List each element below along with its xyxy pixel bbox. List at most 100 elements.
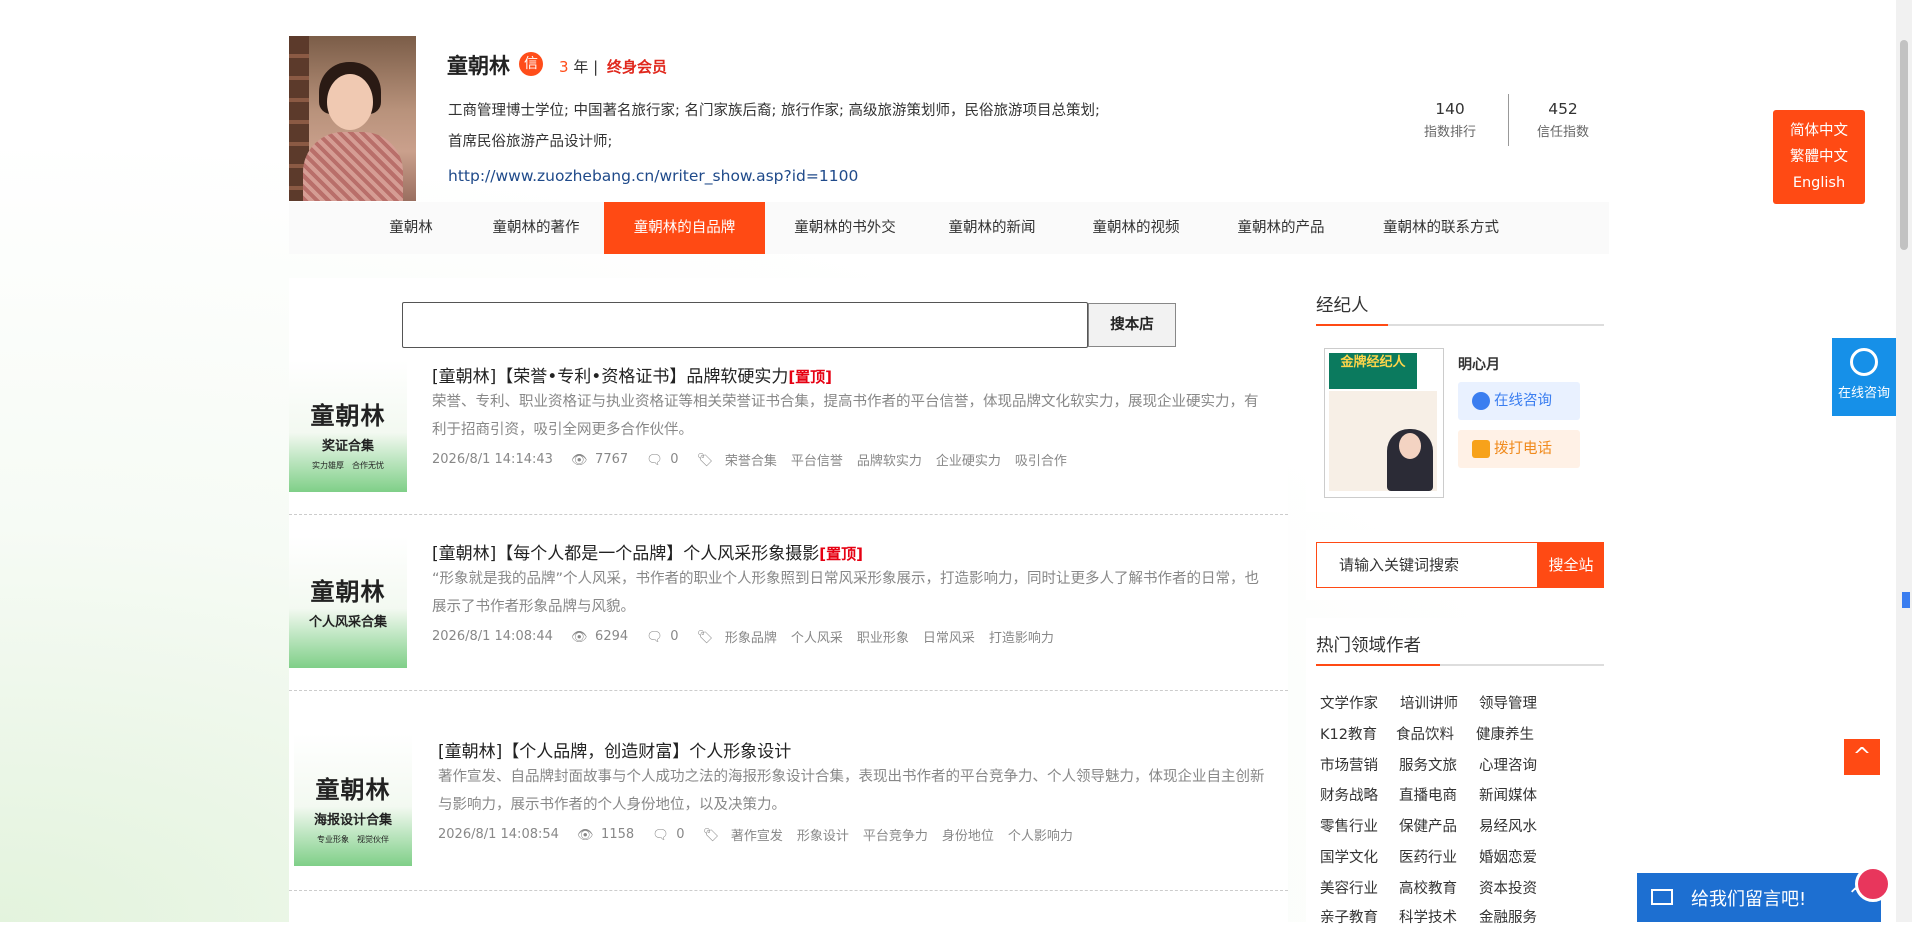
hot-tag[interactable]: 心理咨询 xyxy=(1479,754,1537,775)
hot-tag[interactable]: 资本投资 xyxy=(1479,877,1537,898)
comment-icon: 🗨 xyxy=(652,827,669,843)
leave-message-bar[interactable]: 给我们留言吧! ⌃ xyxy=(1637,873,1881,922)
article-tag[interactable]: 荣誉合集 xyxy=(725,450,777,469)
article-tag[interactable]: 平台信誉 xyxy=(791,450,843,469)
tag-icon: 🏷 xyxy=(696,629,714,645)
hot-tag[interactable]: 保健产品 xyxy=(1399,815,1457,836)
lang-english[interactable]: English xyxy=(1773,170,1865,196)
view-count: 1158 xyxy=(601,827,635,842)
article-list: 搜本店 童朝林 奖证合集 实力雄厚 合作无忧 [童朝林]【荣誉•专利•资格证书】… xyxy=(289,278,1288,922)
article-tag[interactable]: 身份地位 xyxy=(942,825,994,844)
divider xyxy=(289,690,1288,691)
article-date: 2026/8/1 14:08:54 xyxy=(438,827,559,842)
back-to-top-button[interactable]: ^ xyxy=(1844,739,1880,775)
headset-icon xyxy=(1850,348,1878,376)
hot-tag[interactable]: 服务文旅 xyxy=(1399,754,1457,775)
hot-tag[interactable]: 美容行业 xyxy=(1320,877,1378,898)
chat-avatar-icon[interactable] xyxy=(1855,866,1891,902)
credit-badge: 信 xyxy=(519,52,543,76)
comment-count: 0 xyxy=(670,452,679,467)
site-search-input[interactable]: 请输入关键词搜索 xyxy=(1316,542,1538,588)
online-service-button[interactable]: 在线咨询 xyxy=(1832,338,1896,416)
page: 童朝林 信 3 年 | 终身会员 工商管理博士学位; 中国著名旅行家; 名门家族… xyxy=(289,0,1609,926)
lang-traditional[interactable]: 繁體中文 xyxy=(1773,144,1865,170)
shop-search-button[interactable]: 搜本店 xyxy=(1088,303,1176,347)
tag-icon: 🏷 xyxy=(696,452,714,468)
scrollbar[interactable] xyxy=(1896,0,1912,922)
author-url-link[interactable]: http://www.zuozhebang.cn/writer_show.asp… xyxy=(448,167,858,185)
hot-tag[interactable]: 亲子教育 xyxy=(1320,906,1378,927)
comment-icon: 🗨 xyxy=(646,452,663,468)
tab-video[interactable]: 童朝林的视频 xyxy=(1061,202,1211,254)
hot-tag[interactable]: 婚姻恋爱 xyxy=(1479,846,1537,867)
article-title[interactable]: [童朝林]【每个人都是一个品牌】个人风采形象摄影[置顶] xyxy=(432,539,863,564)
tab-news[interactable]: 童朝林的新闻 xyxy=(925,202,1059,254)
hot-tag[interactable]: 培训讲师 xyxy=(1400,692,1458,713)
article-title[interactable]: [童朝林]【个人品牌，创造财富】个人形象设计 xyxy=(438,737,791,762)
hot-tag[interactable]: 食品饮料 xyxy=(1396,723,1454,744)
article-tag[interactable]: 职业形象 xyxy=(857,627,909,646)
hot-tag[interactable]: 零售行业 xyxy=(1320,815,1378,836)
eye-icon: 👁 xyxy=(571,629,588,645)
hot-tag[interactable]: 金融服务 xyxy=(1479,906,1537,927)
article-tag[interactable]: 个人风采 xyxy=(791,627,843,646)
hot-tag[interactable]: 国学文化 xyxy=(1320,846,1378,867)
hot-tag[interactable]: 文学作家 xyxy=(1320,692,1378,713)
article-thumb[interactable]: 童朝林 海报设计合集 专业形象 视觉伙伴 xyxy=(294,734,412,866)
view-count: 6294 xyxy=(595,629,629,644)
hot-tag[interactable]: K12教育 xyxy=(1320,723,1377,744)
stat-trust: 452 信任指数 xyxy=(1536,100,1589,140)
hot-authors-title: 热门领域作者 xyxy=(1316,636,1421,656)
hot-tag[interactable]: 直播电商 xyxy=(1399,784,1457,805)
agent-panel: 经纪人 金牌经纪人 明心月 在线咨询 拨打电话 xyxy=(1306,278,1608,512)
eye-icon: 👁 xyxy=(571,452,588,468)
site-search-button[interactable]: 搜全站 xyxy=(1538,542,1604,588)
tab-contact[interactable]: 童朝林的联系方式 xyxy=(1351,202,1531,254)
consult-button[interactable]: 在线咨询 xyxy=(1458,382,1580,420)
hot-tag[interactable]: 科学技术 xyxy=(1399,906,1457,927)
article-thumb[interactable]: 童朝林 奖证合集 实力雄厚 合作无忧 xyxy=(289,360,407,492)
author-bio: 工商管理博士学位; 中国著名旅行家; 名门家族后裔; 旅行作家; 高级旅游策划师… xyxy=(448,103,1100,150)
article-tag[interactable]: 个人影响力 xyxy=(1008,825,1073,844)
view-count: 7767 xyxy=(595,452,629,467)
article-tag[interactable]: 吸引合作 xyxy=(1015,450,1067,469)
envelope-icon xyxy=(1651,889,1673,905)
article-tag[interactable]: 品牌软实力 xyxy=(857,450,922,469)
hot-tag[interactable]: 高校教育 xyxy=(1399,877,1457,898)
article-title[interactable]: [童朝林]【荣誉•专利•资格证书】品牌软硬实力[置顶] xyxy=(432,362,832,387)
hot-tag[interactable]: 市场营销 xyxy=(1320,754,1378,775)
article-tag[interactable]: 平台竞争力 xyxy=(863,825,928,844)
article-tag[interactable]: 形象设计 xyxy=(797,825,849,844)
article-date: 2026/8/1 14:08:44 xyxy=(432,629,553,644)
tag-icon: 🏷 xyxy=(702,827,720,843)
comment-count: 0 xyxy=(670,629,679,644)
lang-simplified[interactable]: 简体中文 xyxy=(1773,118,1865,144)
language-switcher: 简体中文 繁體中文 English xyxy=(1773,110,1865,204)
pinned-badge: [置顶] xyxy=(819,545,863,563)
stat-rank: 140 指数排行 xyxy=(1423,100,1476,140)
agent-name: 明心月 xyxy=(1458,357,1500,373)
hot-tag[interactable]: 新闻媒体 xyxy=(1479,784,1537,805)
leave-message-label: 给我们留言吧! xyxy=(1691,889,1807,910)
article-tag[interactable]: 著作宣发 xyxy=(731,825,783,844)
article-tag[interactable]: 形象品牌 xyxy=(725,627,777,646)
agent-photo[interactable]: 金牌经纪人 xyxy=(1324,348,1444,498)
pinned-badge: [置顶] xyxy=(788,368,833,386)
article-tag[interactable]: 企业硬实力 xyxy=(936,450,1001,469)
article-tag[interactable]: 日常风采 xyxy=(923,627,975,646)
hot-tag[interactable]: 财务战略 xyxy=(1320,784,1378,805)
article-thumb[interactable]: 童朝林 个人风采合集 xyxy=(289,536,407,668)
article-tag[interactable]: 打造影响力 xyxy=(989,627,1054,646)
hot-tag[interactable]: 医药行业 xyxy=(1399,846,1457,867)
shop-search-input[interactable] xyxy=(402,302,1088,348)
phone-button[interactable]: 拨打电话 xyxy=(1458,430,1580,468)
hot-tag[interactable]: 易经风水 xyxy=(1479,815,1537,836)
tab-home[interactable]: 童朝林 xyxy=(361,202,461,254)
tab-brand[interactable]: 童朝林的自品牌 xyxy=(604,202,765,254)
hot-tag[interactable]: 领导管理 xyxy=(1479,692,1537,713)
tab-products[interactable]: 童朝林的产品 xyxy=(1211,202,1351,254)
tab-works[interactable]: 童朝林的著作 xyxy=(467,202,605,254)
tab-diplomacy[interactable]: 童朝林的书外交 xyxy=(765,202,925,254)
hot-tag[interactable]: 健康养生 xyxy=(1476,723,1534,744)
author-avatar xyxy=(289,36,416,201)
